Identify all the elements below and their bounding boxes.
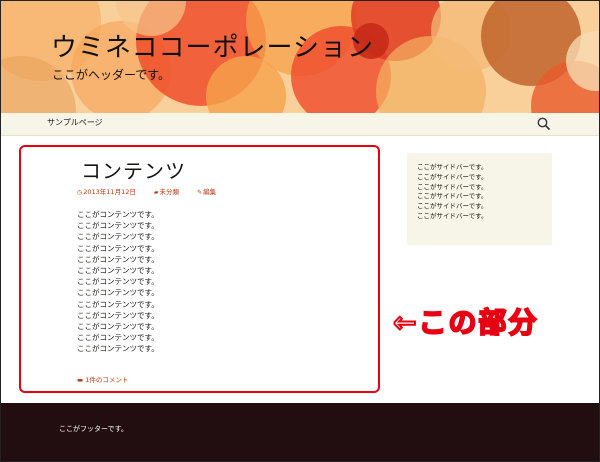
comment-bubble-icon: ▬ xyxy=(77,376,84,384)
content-line: ここがコンテンツです。 xyxy=(77,210,159,219)
post-edit-link[interactable]: ✎編集 xyxy=(197,188,224,196)
nav-item-sample-page[interactable]: サンプルページ xyxy=(47,117,103,128)
content-line: ここがコンテンツです。 xyxy=(77,310,159,320)
content-line: ここがコンテンツです。 xyxy=(77,254,159,264)
comments-link[interactable]: ▬ 1件のコメント xyxy=(77,374,128,384)
site-header: ウミネココーポレーション ここがヘッダーです。 xyxy=(1,1,599,113)
content-line: ここがコンテンツです。 xyxy=(77,288,159,298)
post-meta: ◷2013年11月12日 ▰未分類 ✎編集 xyxy=(77,186,232,196)
content-line: ここがコンテンツです。 xyxy=(77,232,159,242)
folder-icon: ▰ xyxy=(153,189,159,196)
content-highlight-box xyxy=(19,145,380,393)
sidebar-line: ここがサイドバーです。 xyxy=(417,172,488,181)
post-category-label: 未分類 xyxy=(159,188,180,196)
sidebar-widget: ここがサイドバーです。 ここがサイドバーです。 ここがサイドバーです。 ここがサ… xyxy=(407,153,552,245)
sidebar-line: ここがサイドバーです。 xyxy=(417,202,488,211)
post-edit-label: 編集 xyxy=(203,188,217,196)
sidebar-text: ここがサイドバーです。 ここがサイドバーです。 ここがサイドバーです。 ここがサ… xyxy=(417,163,487,222)
clock-icon: ◷ xyxy=(77,189,83,196)
pencil-icon: ✎ xyxy=(197,189,203,196)
navbar: サンプルページ xyxy=(1,113,599,136)
content-line: ここがコンテンツです。 xyxy=(77,333,159,343)
annotation-label: ←この部分 xyxy=(392,305,539,340)
comments-label: 1件のコメント xyxy=(85,376,129,384)
content-line: ここがコンテンツです。 xyxy=(77,299,159,309)
sidebar-line: ここがサイドバーです。 xyxy=(417,163,488,171)
content-line: ここがコンテンツです。 xyxy=(77,265,159,275)
search-icon[interactable] xyxy=(536,116,552,132)
content-line: ここがコンテンツです。 xyxy=(77,277,159,287)
content-line: ここがコンテンツです。 xyxy=(77,344,159,354)
content-line: ここがコンテンツです。 xyxy=(77,221,159,231)
footer-text: ここがフッターです。 xyxy=(59,425,128,433)
browser-frame: ウミネココーポレーション ここがヘッダーです。 サンプルページ コンテンツ ◷2… xyxy=(0,0,600,462)
site-title[interactable]: ウミネココーポレーション xyxy=(51,27,374,64)
site-footer: ここがフッターです。 xyxy=(1,403,599,461)
post-date[interactable]: ◷2013年11月12日 xyxy=(77,188,144,196)
sidebar-line: ここがサイドバーです。 xyxy=(417,192,488,201)
content-line: ここがコンテンツです。 xyxy=(77,321,159,331)
content-line: ここがコンテンツです。 xyxy=(77,243,159,253)
post-content: ここがコンテンツです。 ここがコンテンツです。 ここがコンテンツです。 ここがコ… xyxy=(77,209,159,354)
post-category[interactable]: ▰未分類 xyxy=(154,188,187,196)
post-title[interactable]: コンテンツ xyxy=(81,155,186,184)
site-description: ここがヘッダーです。 xyxy=(52,68,171,82)
sidebar-line: ここがサイドバーです。 xyxy=(417,182,488,191)
post-date-label: 2013年11月12日 xyxy=(83,188,136,196)
sidebar-line: ここがサイドバーです。 xyxy=(417,211,488,220)
